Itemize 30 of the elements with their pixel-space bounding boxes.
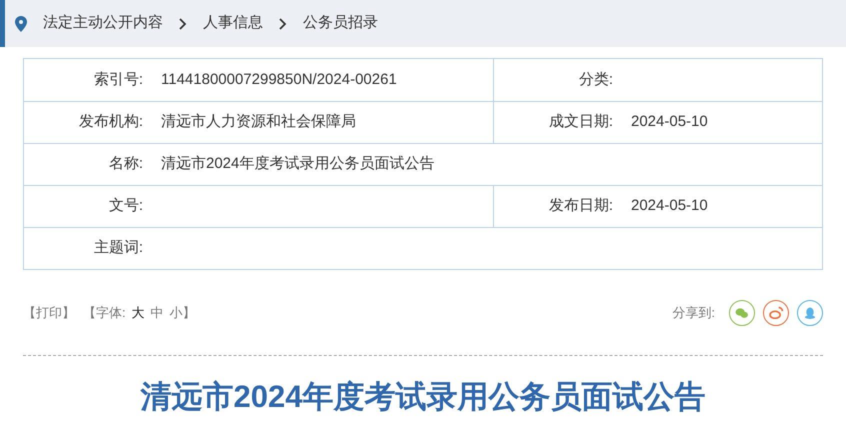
breadcrumb-link[interactable]: 法定主动公开内容 [43,12,163,35]
share-label: 分享到: [672,304,715,322]
wechat-share-button[interactable] [729,300,755,326]
field-label: 发布日期: [548,196,613,216]
field-label: 文号: [108,196,143,216]
location-pin-icon [15,16,27,32]
field-label: 发布机构: [78,112,143,132]
field-label: 名称: [108,154,143,174]
field-value: 2024-05-10 [631,196,708,216]
weibo-share-button[interactable] [763,300,789,326]
field-value: 清远市2024年度考试录用公务员面试公告 [161,154,434,174]
field-label: 索引号: [94,70,143,90]
breadcrumb-link[interactable]: 公务员招录 [303,12,378,35]
field-value: 清远市人力资源和社会保障局 [161,112,356,132]
field-value: 11441800007299850N/2024-00261 [161,70,397,90]
breadcrumb-link[interactable]: 人事信息 [203,12,263,35]
qq-share-button[interactable] [797,300,823,326]
font-size-option[interactable]: 大 [132,302,145,322]
font-size-option[interactable]: 中 [150,302,164,322]
field-label: 成文日期: [548,112,613,132]
field-label: 主题词: [94,238,143,258]
chevron-icon [179,18,187,30]
chevron-icon [279,18,287,30]
font-size-label-end: 】 [182,304,196,322]
article-title: 清远市2024年度考试录用公务员面试公告 [140,378,706,416]
font-size-label: 【字体: [83,304,126,322]
field-label: 分类: [578,70,613,90]
field-value: 2024-05-10 [631,112,708,132]
font-size-option[interactable]: 小 [170,302,183,322]
print-link[interactable]: 【打印】 [23,302,75,322]
